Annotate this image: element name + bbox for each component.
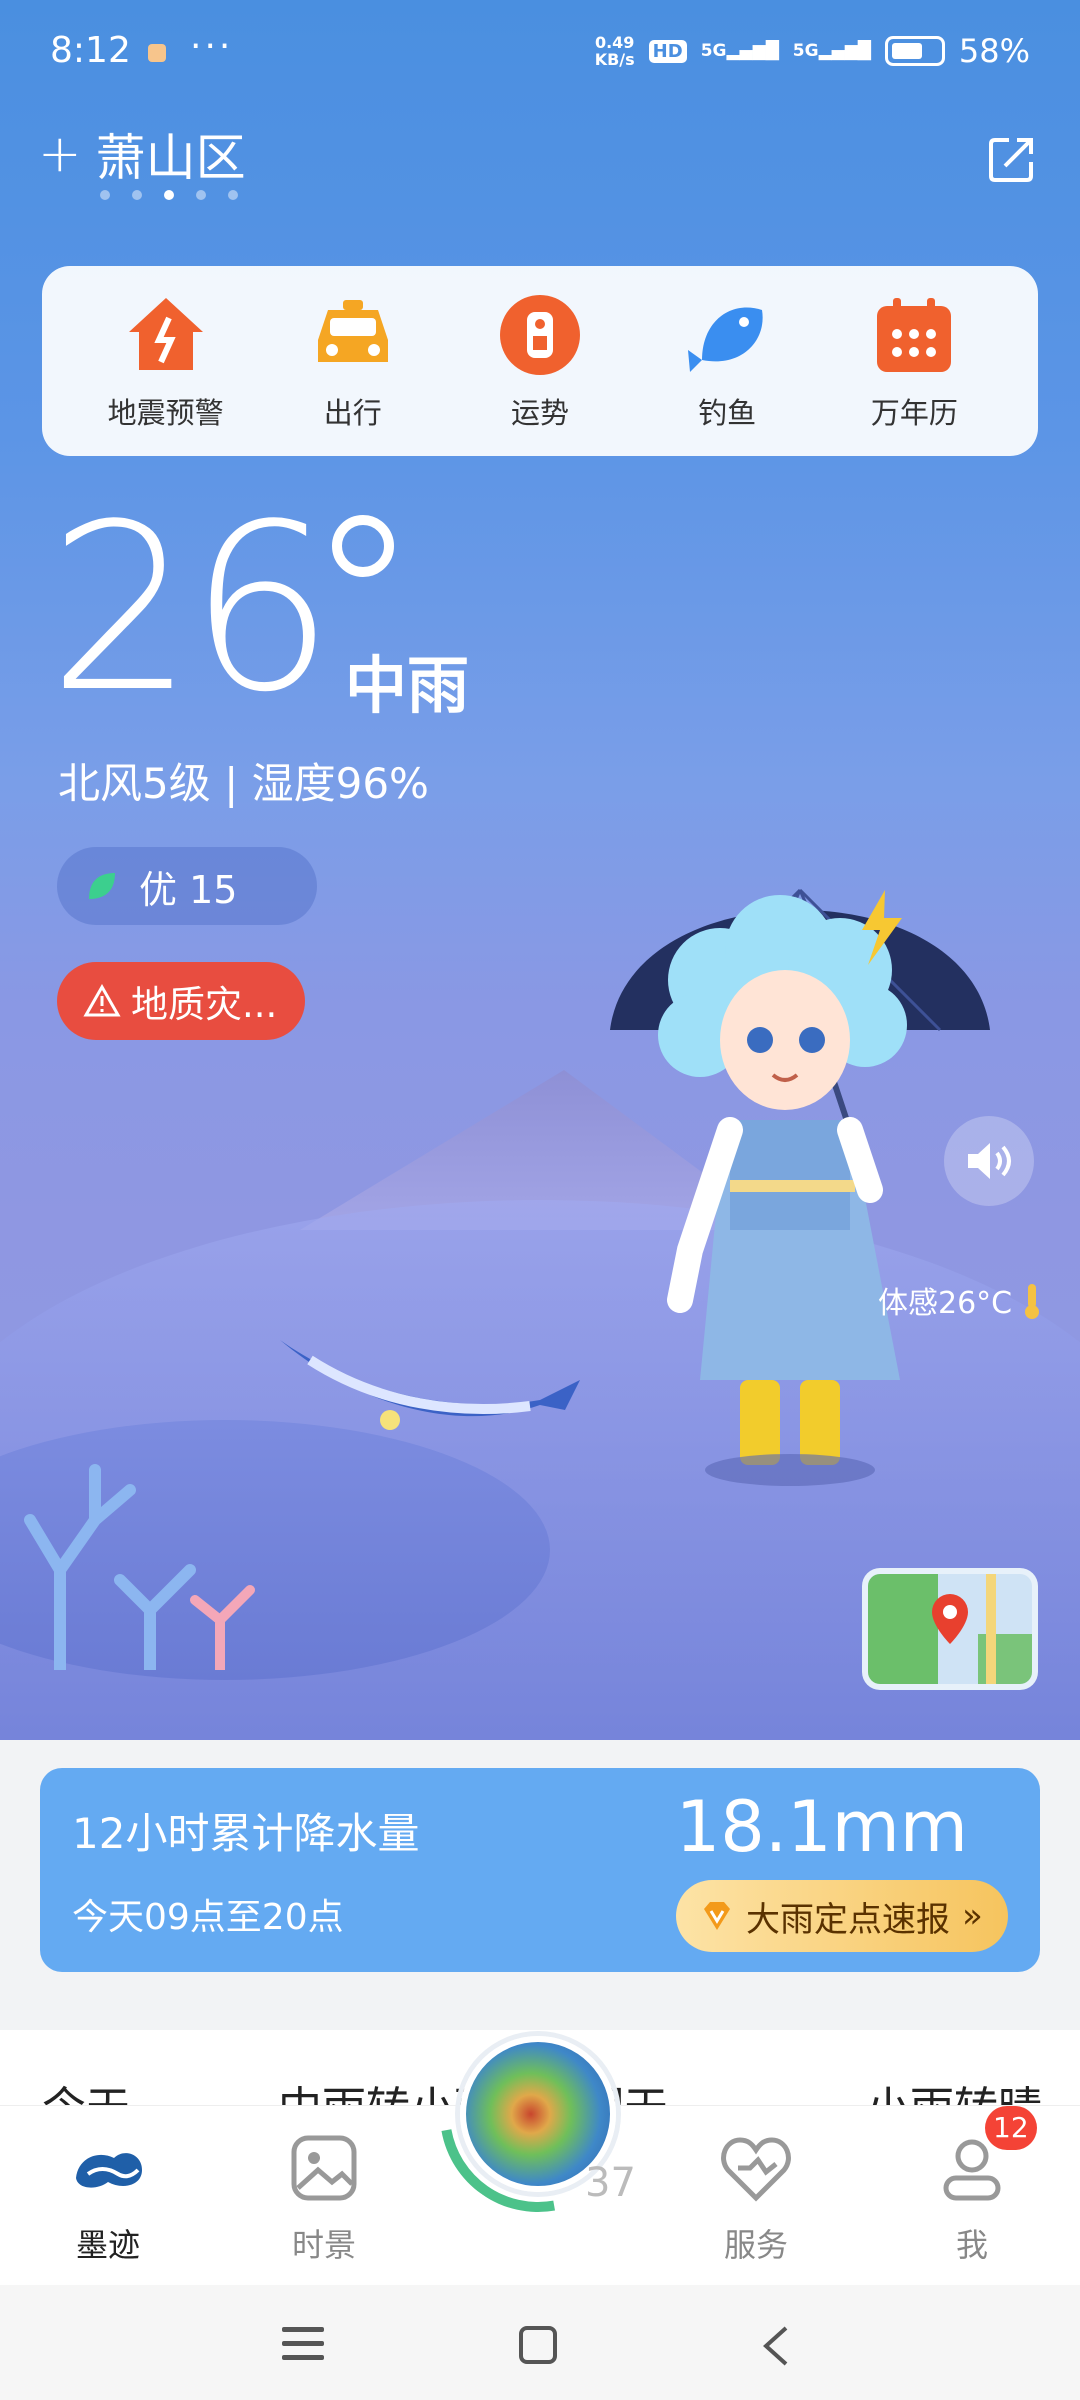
warning-icon (83, 984, 121, 1017)
feels-like-temperature: 体感26°C (878, 1278, 1048, 1322)
quick-actions-panel: 地震预警 出行 运势 钓鱼 万年历 (42, 266, 1038, 456)
hd-icon: HD (648, 39, 687, 63)
quick-action-fortune[interactable]: 运势 (455, 290, 625, 432)
back-icon[interactable] (760, 2325, 790, 2371)
network-speed: 0.49 KB/s (594, 33, 635, 69)
degree-symbol (332, 515, 394, 577)
quick-action-fishing[interactable]: 钓鱼 (642, 290, 812, 432)
location-name[interactable]: 萧山区 (96, 118, 246, 190)
weather-condition: 中雨 (345, 649, 470, 722)
gallery-icon (291, 2135, 357, 2201)
calendar-icon (877, 298, 952, 372)
map-pin-icon (868, 1574, 1032, 1684)
pager-dot (228, 190, 238, 200)
weather-alert-badge[interactable]: 地质灾... (57, 962, 305, 1040)
signal-icon-1: 5G▂▄▆█ (700, 41, 779, 61)
precip-title: 12小时累计降水量 (72, 1809, 420, 1858)
quick-action-earthquake[interactable]: 地震预警 (81, 290, 251, 432)
tab-moji[interactable]: 墨迹 (28, 2128, 188, 2266)
speaker-icon[interactable] (944, 1116, 1034, 1206)
quick-action-travel[interactable]: 出行 (268, 290, 438, 432)
precip-period: 今天09点至20点 (72, 1897, 344, 1938)
add-city-icon[interactable]: + (38, 124, 82, 184)
menu-icon[interactable] (282, 2325, 324, 2367)
precip-value: 18.1mm (675, 1786, 968, 1868)
service-heart-icon (721, 2137, 791, 2202)
quick-action-calendar[interactable]: 万年历 (829, 290, 999, 432)
pager-dot (100, 190, 110, 200)
tab-scenery[interactable]: 时景 (244, 2128, 404, 2266)
chevron-right-icon: » (962, 1896, 983, 1936)
weather-map-thumbnail[interactable] (862, 1568, 1038, 1690)
tab-me[interactable]: 我 (892, 2128, 1052, 2266)
taxi-icon (317, 300, 388, 362)
notification-badge: 12 (985, 2106, 1037, 2150)
status-bar: 8:12 ··· 0.49 KB/s HD 5G▂▄▆█ 5G▂▄▆█ 58% (0, 0, 1080, 110)
battery-icon (884, 36, 945, 66)
tab-service[interactable]: 服务 (676, 2128, 836, 2266)
precipitation-card[interactable]: 12小时累计降水量 18.1mm 今天09点至20点 大雨定点速报 » (40, 1768, 1040, 1972)
city-pager (100, 190, 238, 200)
notification-app-icon (148, 44, 166, 62)
forecast-peek-temp: 37 (585, 2160, 636, 2206)
home-icon[interactable] (518, 2325, 558, 2369)
earthquake-house-icon (128, 298, 203, 370)
heavy-rain-report-button[interactable]: 大雨定点速报 » (676, 1880, 1008, 1952)
vip-diamond-icon (704, 1902, 730, 1930)
pager-dot (196, 190, 206, 200)
share-icon[interactable] (985, 132, 1039, 186)
status-time: 8:12 (50, 30, 131, 71)
wind-humidity: 北风5级 | 湿度96% (58, 759, 429, 808)
location-selector[interactable]: + 萧山区 (38, 118, 246, 190)
status-more-icon: ··· (190, 26, 234, 67)
aqi-badge[interactable]: 优 15 (57, 847, 317, 925)
signal-icon-2: 5G▂▄▆█ (792, 41, 871, 61)
whale-decoration (280, 1340, 580, 1430)
moji-logo-icon (76, 2153, 142, 2188)
leaf-icon (89, 873, 115, 899)
current-temperature: 26 (48, 476, 335, 743)
fish-icon (688, 307, 763, 372)
thermometer-icon (1025, 1284, 1040, 1319)
weather-mascot (610, 888, 990, 1486)
fortune-icon (499, 295, 580, 375)
system-navigation-bar (0, 2285, 1080, 2400)
coral-decoration (24, 1464, 255, 1670)
pager-dot-active (164, 190, 174, 200)
battery-percent: 58% (958, 32, 1030, 70)
pager-dot (132, 190, 142, 200)
